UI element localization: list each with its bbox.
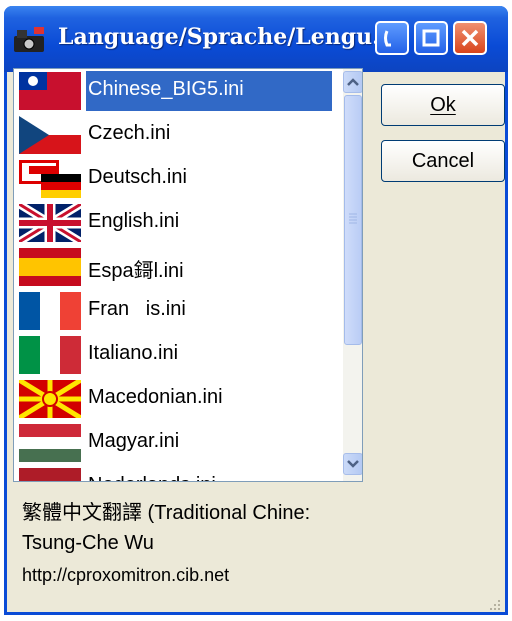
czech-flag-icon [19, 116, 81, 154]
scroll-up-button[interactable] [343, 71, 362, 93]
language-label: Magyar.ini [88, 430, 180, 452]
minimize-button[interactable] [375, 21, 409, 55]
minimize-icon [384, 30, 391, 47]
close-button[interactable] [453, 21, 487, 55]
window-title: Language/Sprache/Lengu... [58, 24, 396, 50]
language-label: Czech.ini [88, 122, 171, 144]
list-item[interactable]: Chinese_BIG5.ini [14, 69, 344, 113]
proxomitron-app-icon [14, 27, 44, 52]
scroll-down-button[interactable] [343, 453, 362, 475]
macedonia-flag-icon [19, 380, 81, 418]
list-item[interactable]: English.ini [14, 201, 344, 245]
ok-button-label: Ok [430, 94, 456, 116]
scroll-thumb[interactable] [344, 95, 362, 345]
netherlands-flag-icon [19, 468, 81, 481]
list-item[interactable]: Deutsch.ini [14, 157, 344, 201]
language-label: Italiano.ini [88, 342, 179, 364]
title-bar[interactable]: Language/Sprache/Lengu... [4, 6, 508, 72]
list-item[interactable]: Czech.ini [14, 113, 344, 157]
list-item[interactable]: Italiano.ini [14, 333, 344, 377]
hungary-flag-icon [19, 424, 81, 462]
chevron-down-icon [347, 460, 359, 468]
list-item[interactable]: Nederlands.ini [14, 465, 344, 481]
uk-flag-icon [19, 204, 81, 242]
language-label: English.ini [88, 210, 180, 232]
language-label: Espa鎶l.ini [88, 260, 184, 282]
language-label: Fran is.ini [88, 298, 186, 320]
germany-flag-icon [19, 160, 81, 198]
language-list[interactable]: Chinese_BIG5.ini Czech.ini Deutsch.ini E… [13, 68, 363, 482]
ok-button[interactable]: Ok [381, 84, 505, 126]
italy-flag-icon [19, 336, 81, 374]
maximize-button[interactable] [414, 21, 448, 55]
translator-url: http://cproxomitron.cib.net [22, 565, 230, 585]
list-item[interactable]: Magyar.ini [14, 421, 344, 465]
chevron-up-icon [347, 78, 359, 86]
cancel-button-label: Cancel [411, 150, 475, 172]
france-flag-icon [19, 292, 81, 330]
grip-lines-icon [349, 213, 357, 224]
resize-grip-icon[interactable] [486, 596, 502, 612]
list-item[interactable]: Espa鎶l.ini [14, 245, 344, 289]
translator-name: Tsung-Che Wu [22, 532, 154, 554]
taiwan-flag-icon [19, 72, 81, 110]
language-label: Deutsch.ini [88, 166, 187, 188]
translation-description: 繁體中文翻譯 (Traditional Chine: [22, 502, 311, 524]
language-label: Chinese_BIG5.ini [88, 78, 244, 100]
list-item[interactable]: Fran is.ini [14, 289, 344, 333]
maximize-icon [422, 29, 440, 47]
close-icon [461, 29, 479, 47]
vertical-scrollbar[interactable] [343, 69, 362, 481]
cancel-button[interactable]: Cancel [381, 140, 505, 182]
list-item[interactable]: Macedonian.ini [14, 377, 344, 421]
language-label: Macedonian.ini [88, 386, 223, 408]
language-label: Nederlands.ini [88, 474, 216, 481]
spain-flag-icon [19, 248, 81, 286]
